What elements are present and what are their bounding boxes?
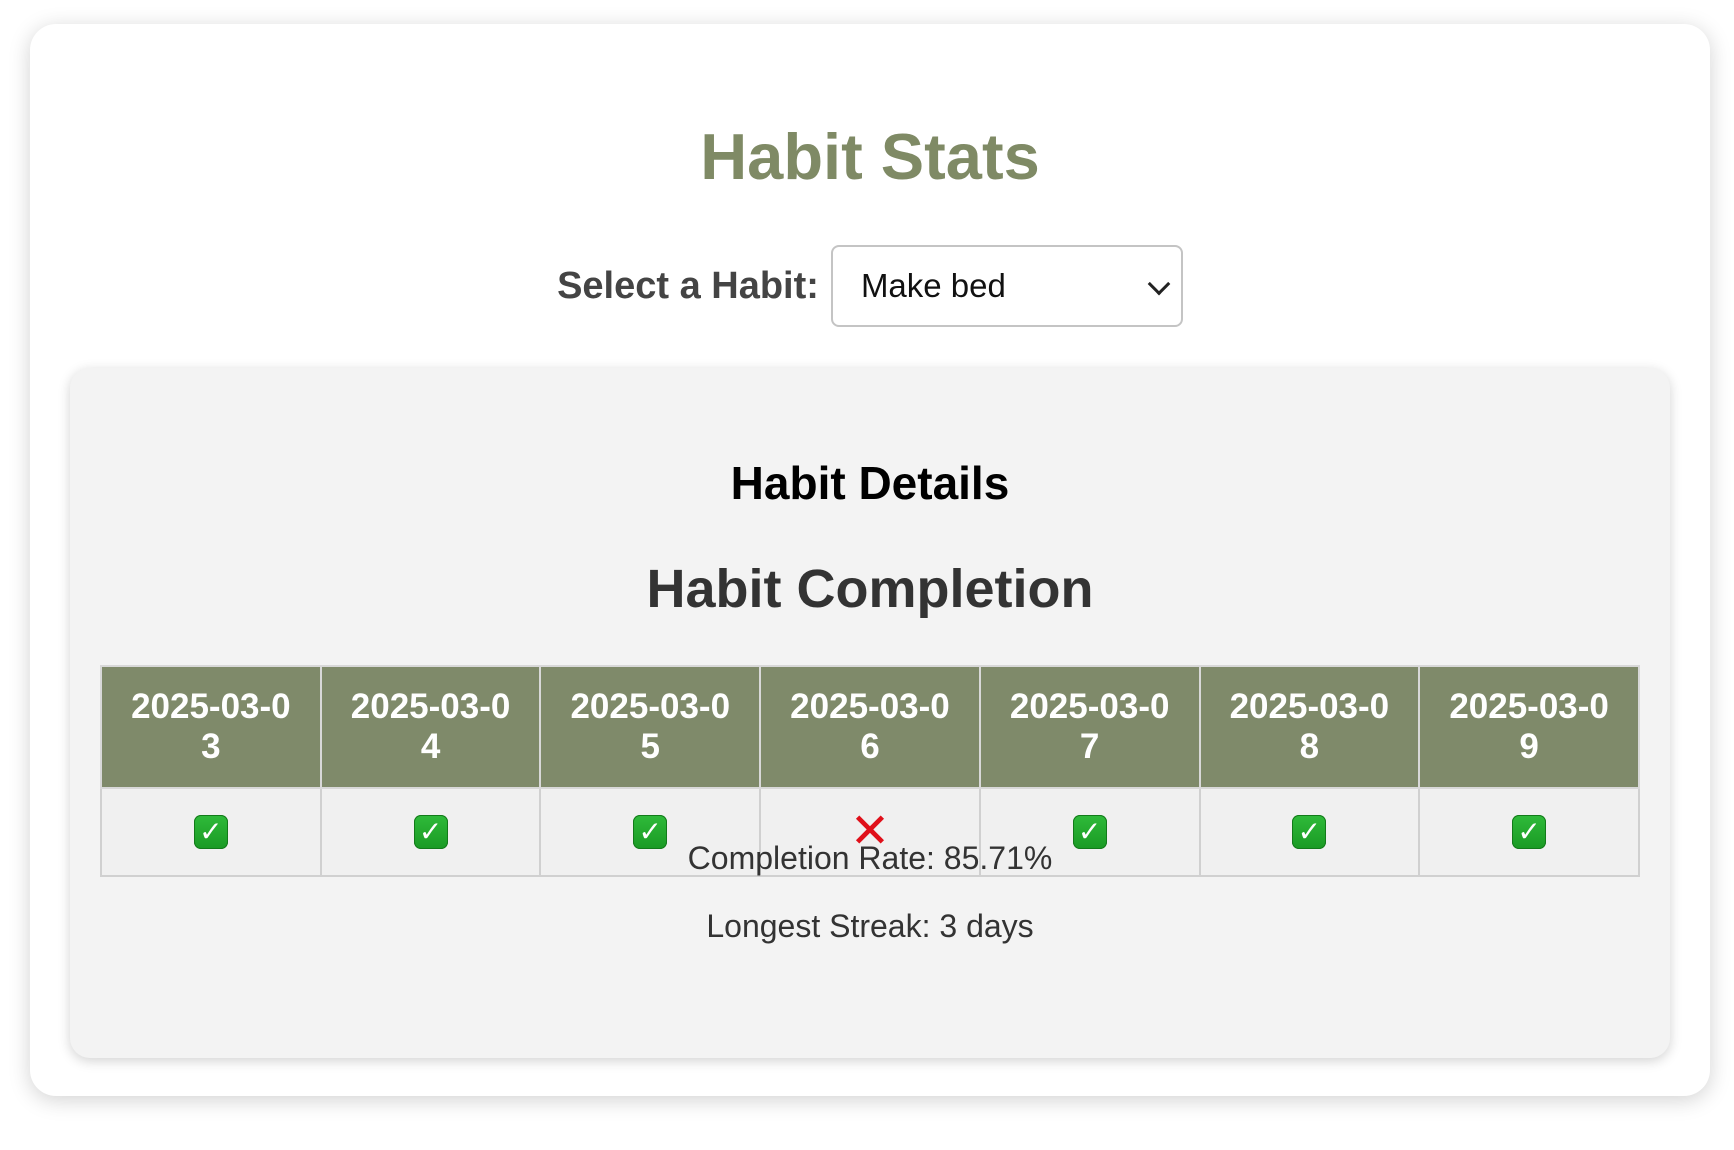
date-header: 2025-03-09 [1418, 665, 1640, 789]
date-header: 2025-03-05 [539, 665, 762, 789]
habit-selector-row: Select a Habit: Make bed [30, 244, 1710, 328]
date-header: 2025-03-07 [978, 665, 1201, 789]
habit-select-label: Select a Habit: [557, 264, 819, 307]
habit-completion-heading: Habit Completion [646, 559, 1094, 619]
completion-rate: Completion Rate: 85.71% [687, 840, 1053, 876]
table-header-row: 2025-03-03 2025-03-04 2025-03-05 2025-03… [100, 665, 1640, 789]
habit-details-heading: Habit Details [730, 457, 1010, 509]
chevron-down-icon [1147, 272, 1171, 296]
date-header: 2025-03-06 [759, 665, 981, 789]
date-header: 2025-03-08 [1198, 665, 1421, 789]
habit-select-value: Make bed [860, 267, 1006, 304]
habit-select-dropdown[interactable]: Make bed [830, 245, 1183, 327]
page-title: Habit Stats [700, 120, 1040, 193]
habit-details-panel: Habit Details Habit Completion 2025-03-0… [70, 368, 1670, 1058]
date-header: 2025-03-04 [319, 665, 542, 789]
date-header: 2025-03-03 [100, 665, 322, 789]
habit-stats-card: Habit Stats Select a Habit: Make bed Hab… [30, 24, 1710, 1096]
longest-streak: Longest Streak: 3 days [706, 908, 1034, 944]
